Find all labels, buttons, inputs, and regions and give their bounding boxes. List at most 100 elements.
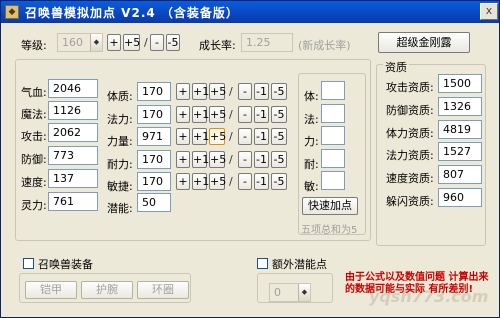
attr-minus5-button[interactable]: -5 [271, 128, 287, 145]
quick-label: 耐: [304, 158, 319, 171]
attr-minus-button[interactable]: - [238, 151, 252, 168]
stat-label: 速度: [21, 176, 47, 189]
attr-minus5-button[interactable]: -5 [271, 151, 287, 168]
growth-hint: (新成长率) [298, 39, 351, 52]
quick-label: 法: [304, 113, 319, 126]
attr-slash: / [229, 175, 233, 188]
attr-plus1-button[interactable]: +1 [192, 173, 209, 190]
attr-plus5-button[interactable]: +5 [209, 173, 226, 190]
attr-plus1-button[interactable]: +1 [192, 151, 209, 168]
attribute-value-field[interactable]: 170 [137, 172, 171, 191]
aptitude-field[interactable]: 807 [438, 165, 482, 184]
attr-plus-button[interactable]: + [176, 83, 190, 100]
quick-field[interactable] [321, 171, 345, 190]
attribute-value-field[interactable]: 971 [137, 127, 171, 146]
quick-label: 力: [304, 135, 319, 148]
armor-button[interactable]: 铠甲 [25, 281, 77, 299]
attr-minus1-button[interactable]: -1 [254, 173, 269, 190]
aptitude-title: 资质 [383, 59, 409, 75]
window-title: 召唤兽模拟加点 V2.4 （含装备版） [25, 5, 239, 20]
quick-field[interactable] [321, 104, 345, 123]
attr-minus-button[interactable]: - [238, 173, 252, 190]
attr-slash: / [229, 108, 233, 121]
level-plus-button[interactable]: + [107, 34, 121, 51]
stat-label: 防御: [21, 153, 47, 166]
attribute-value-field[interactable]: 170 [137, 150, 171, 169]
level-input[interactable]: 160 ◆ [57, 33, 103, 52]
quick-add-button[interactable]: 快速加点 [302, 197, 358, 215]
quick-field[interactable] [321, 149, 345, 168]
growth-label: 成长率: [199, 39, 236, 52]
ring-button[interactable]: 环圈 [137, 281, 189, 299]
app-window: ◆ 召唤兽模拟加点 V2.4 （含装备版） x 等级: 160 ◆ + +5 /… [0, 0, 500, 318]
equipment-checkbox[interactable] [23, 258, 34, 269]
attr-minus1-button[interactable]: -1 [254, 151, 269, 168]
attr-plus-button[interactable]: + [176, 106, 190, 123]
stat-speed-field[interactable]: 137 [48, 169, 98, 188]
attribute-label: 体质: [107, 90, 133, 103]
close-button[interactable]: x [480, 3, 498, 20]
equipment-label: 召唤兽装备 [38, 258, 93, 271]
attr-minus5-button[interactable]: -5 [271, 83, 287, 100]
aptitude-field[interactable]: 1527 [438, 142, 482, 161]
aptitude-field[interactable]: 960 [438, 188, 482, 207]
attr-minus-button[interactable]: - [238, 106, 252, 123]
attr-minus5-button[interactable]: -5 [271, 106, 287, 123]
quick-hint: 五项总和为5 [301, 225, 358, 236]
level-slash: / [144, 36, 148, 49]
aptitude-label: 体力资质: [386, 127, 434, 140]
attribute-label: 法力: [107, 113, 133, 126]
attribute-value-field[interactable]: 170 [137, 82, 171, 101]
super-button[interactable]: 超级金刚露 [378, 32, 470, 53]
attr-plus5-button[interactable]: +5 [209, 106, 226, 123]
warning-text: 由于公式以及数值问题 计算出来的数据可能与实际 有所差别! [345, 272, 489, 295]
attr-minus1-button[interactable]: -1 [254, 128, 269, 145]
level-plus5-button[interactable]: +5 [123, 34, 140, 51]
extra-potential-checkbox[interactable] [257, 258, 268, 269]
extra-spinner-icon[interactable]: ◆ [298, 284, 310, 301]
attr-minus-button[interactable]: - [238, 83, 252, 100]
stat-label: 灵力: [21, 199, 47, 212]
quick-field[interactable] [321, 126, 345, 145]
aptitude-field[interactable]: 1500 [438, 74, 482, 93]
stat-hp-field[interactable]: 2046 [48, 79, 98, 98]
attr-slash: / [229, 153, 233, 166]
attribute-value-field[interactable]: 170 [137, 105, 171, 124]
level-minus-button[interactable]: - [150, 34, 164, 51]
stat-mp-field[interactable]: 1126 [48, 101, 98, 120]
extra-potential-input[interactable]: 0 ◆ [269, 283, 311, 302]
attr-minus-button[interactable]: - [238, 128, 252, 145]
attr-plus1-button[interactable]: +1 [192, 106, 209, 123]
potential-field[interactable]: 50 [137, 193, 171, 212]
attr-slash: / [229, 130, 233, 143]
aptitude-label: 法力资质: [386, 149, 434, 162]
growth-input[interactable]: 1.25 [241, 33, 293, 52]
aptitude-label: 防御资质: [386, 104, 434, 117]
attr-plus5-button[interactable]: +5 [209, 128, 226, 145]
stat-spirit-field[interactable]: 761 [48, 192, 98, 211]
app-icon: ◆ [5, 5, 19, 19]
attr-minus1-button[interactable]: -1 [254, 106, 269, 123]
attr-plus-button[interactable]: + [176, 128, 190, 145]
aptitude-field[interactable]: 4819 [438, 120, 482, 139]
stat-attack-field[interactable]: 2062 [48, 123, 98, 142]
attr-minus5-button[interactable]: -5 [271, 173, 287, 190]
level-spinner-icon[interactable]: ◆ [90, 34, 102, 51]
quick-label: 体: [304, 90, 319, 103]
aptitude-label: 速度资质: [386, 172, 434, 185]
level-label: 等级: [21, 39, 47, 52]
extra-potential-label: 额外潜能点 [272, 258, 327, 271]
attr-plus5-button[interactable]: +5 [209, 151, 226, 168]
quick-field[interactable] [321, 81, 345, 100]
bracer-button[interactable]: 护腕 [81, 281, 133, 299]
attr-plus1-button[interactable]: +1 [192, 83, 209, 100]
extra-potential-value: 0 [274, 286, 281, 299]
attr-plus5-button[interactable]: +5 [209, 83, 226, 100]
level-minus5-button[interactable]: -5 [166, 34, 180, 51]
attr-minus1-button[interactable]: -1 [254, 83, 269, 100]
aptitude-field[interactable]: 1326 [438, 97, 482, 116]
attr-plus-button[interactable]: + [176, 151, 190, 168]
attr-plus-button[interactable]: + [176, 173, 190, 190]
stat-defense-field[interactable]: 773 [48, 146, 98, 165]
attr-plus1-button[interactable]: +1 [192, 128, 209, 145]
